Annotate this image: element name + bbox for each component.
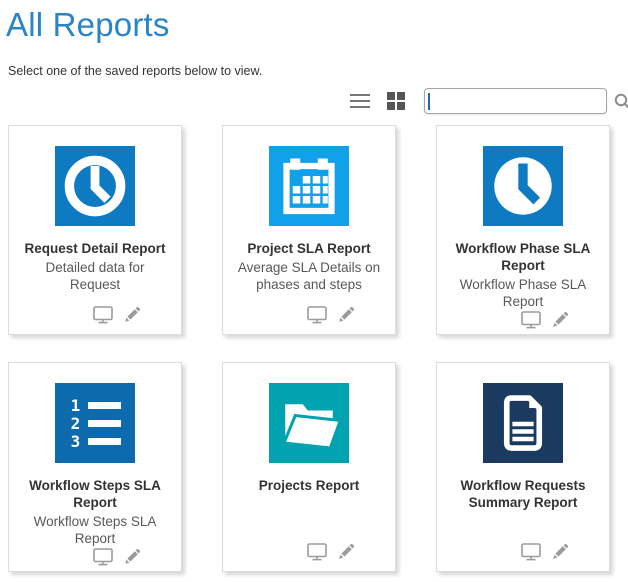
search-input[interactable] <box>425 89 613 113</box>
report-card-workflow-phase-sla[interactable]: Workflow Phase SLA Report Workflow Phase… <box>436 125 610 335</box>
report-description: Detailed data for Request <box>9 260 181 294</box>
toolbar <box>0 87 628 115</box>
view-report-icon[interactable] <box>307 306 327 324</box>
card-actions <box>9 548 181 566</box>
grid-view-icon[interactable] <box>385 90 407 112</box>
report-card-projects[interactable]: Projects Report <box>222 362 396 572</box>
view-report-icon[interactable] <box>307 543 327 561</box>
card-actions <box>223 306 395 324</box>
numbered-list-icon: 1 2 3 <box>55 383 135 463</box>
view-report-icon[interactable] <box>521 311 541 329</box>
open-folder-icon <box>269 383 349 463</box>
calendar-icon <box>269 146 349 226</box>
edit-report-icon[interactable] <box>123 306 141 324</box>
report-card-grid: Request Detail Report Detailed data for … <box>8 125 610 572</box>
report-title: Project SLA Report <box>243 241 374 258</box>
report-card-request-detail[interactable]: Request Detail Report Detailed data for … <box>8 125 182 335</box>
view-toggle <box>348 90 407 112</box>
report-description: Average SLA Details on phases and steps <box>223 260 395 294</box>
edit-report-icon[interactable] <box>337 543 355 561</box>
report-title: Projects Report <box>255 478 364 495</box>
card-actions <box>437 311 609 329</box>
search-box <box>424 88 607 114</box>
report-description: Workflow Steps SLA Report <box>9 514 181 548</box>
view-report-icon[interactable] <box>93 548 113 566</box>
view-report-icon[interactable] <box>93 306 113 324</box>
report-title: Request Detail Report <box>20 241 169 258</box>
report-description: Workflow Phase SLA Report <box>437 277 609 311</box>
edit-report-icon[interactable] <box>551 311 569 329</box>
card-actions <box>9 306 181 324</box>
edit-report-icon[interactable] <box>123 548 141 566</box>
magnifier-icon[interactable] <box>613 92 628 110</box>
all-reports-page: All Reports Select one of the saved repo… <box>0 6 628 582</box>
report-card-workflow-requests-summary[interactable]: Workflow Requests Summary Report <box>436 362 610 572</box>
text-caret <box>428 93 430 110</box>
report-title: Workflow Phase SLA Report <box>437 241 609 275</box>
edit-report-icon[interactable] <box>337 306 355 324</box>
report-card-workflow-steps-sla[interactable]: 1 2 3 Workflow Steps SLA Report Workflow… <box>8 362 182 572</box>
report-title: Workflow Steps SLA Report <box>9 478 181 512</box>
view-report-icon[interactable] <box>521 543 541 561</box>
report-title: Workflow Requests Summary Report <box>437 478 609 512</box>
clock-solid-icon <box>483 146 563 226</box>
report-card-project-sla[interactable]: Project SLA Report Average SLA Details o… <box>222 125 396 335</box>
card-actions <box>223 543 395 561</box>
document-icon <box>483 383 563 463</box>
edit-report-icon[interactable] <box>551 543 569 561</box>
page-title: All Reports <box>6 6 628 44</box>
page-subtitle: Select one of the saved reports below to… <box>8 64 628 78</box>
clock-outline-icon <box>55 146 135 226</box>
card-actions <box>437 543 609 561</box>
list-view-icon[interactable] <box>348 92 372 111</box>
